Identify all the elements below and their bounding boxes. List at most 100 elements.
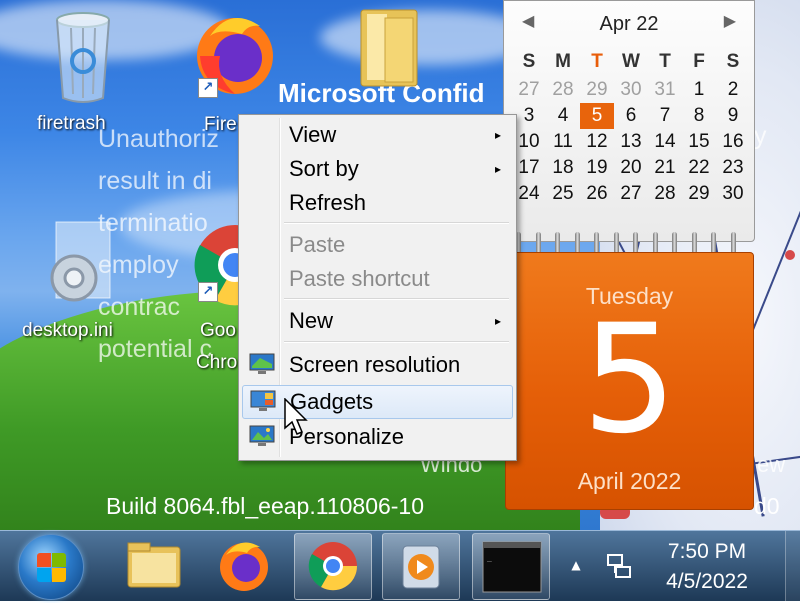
menu-item-view[interactable]: View ▸ [242, 119, 511, 151]
menu-item-paste-shortcut[interactable]: Paste shortcut [242, 263, 511, 295]
calendar-day-cell[interactable]: 29 [682, 181, 716, 207]
shortcut-arrow-icon: ↗ [198, 78, 218, 98]
menu-item-gadgets[interactable]: Gadgets [242, 385, 513, 419]
folder-item[interactable] [355, 4, 425, 94]
calendar-day-cell[interactable]: 20 [614, 155, 648, 181]
taskbar-file-explorer[interactable] [116, 533, 192, 598]
build-string: Build 8064.fbl_eeap.110806-10 [106, 493, 425, 519]
start-button[interactable] [18, 534, 84, 600]
taskbar-firefox[interactable] [206, 533, 282, 598]
calendar-month-label: Apr 22 [599, 13, 659, 35]
menu-item-personalize[interactable]: Personalize [242, 421, 511, 453]
calendar-day-cell[interactable]: 6 [614, 103, 648, 129]
binding-ring [672, 232, 677, 254]
calendar-day-cell[interactable]: 3 [512, 103, 546, 129]
calendar-day-cell[interactable]: 12 [580, 129, 614, 155]
calendar-binding-rings [510, 232, 750, 254]
system-clock[interactable]: 7:50 PM 4/5/2022 [642, 537, 772, 597]
calendar-day-cell[interactable]: 31 [648, 77, 682, 103]
calendar-day-cell[interactable]: 7 [648, 103, 682, 129]
media-player-icon [402, 545, 440, 589]
icon-label: Chro [196, 352, 238, 373]
submenu-arrow-icon: ▸ [494, 128, 501, 142]
personalize-icon [249, 425, 275, 446]
calendar-day-cell[interactable]: 4 [546, 103, 580, 129]
calendar-month-year: April 2022 [577, 468, 682, 494]
calendar-gadget-day[interactable]: Tuesday 5 April 2022 [505, 252, 754, 510]
calendar-day-cell[interactable]: 15 [682, 129, 716, 155]
menu-separator [284, 298, 509, 300]
menu-item-sort-by[interactable]: Sort by ▸ [242, 153, 511, 185]
calendar-day-cell[interactable]: 23 [716, 155, 750, 181]
weekday-header: W [622, 51, 640, 72]
windows-logo-icon [37, 553, 51, 567]
menu-separator [284, 341, 509, 343]
taskbar-command-prompt[interactable]: _ [472, 533, 550, 600]
menu-item-refresh[interactable]: Refresh [242, 187, 511, 219]
next-month-button[interactable]: ▶ [724, 11, 736, 31]
submenu-arrow-icon: ▸ [494, 162, 501, 176]
binding-ring [691, 232, 697, 254]
settings-file-icon [50, 221, 111, 302]
icon-label: Fire [204, 114, 237, 135]
calendar-day-cell[interactable]: 29 [580, 77, 614, 103]
calendar-day-cell[interactable]: 19 [580, 155, 614, 181]
monitor-icon [249, 353, 275, 374]
calendar-day-cell[interactable]: 2 [716, 77, 750, 103]
shortcut-arrow-icon: ↗ [198, 282, 218, 302]
file-explorer-icon [127, 542, 181, 588]
calendar-day-cell[interactable]: 10 [512, 129, 546, 155]
show-hidden-icons-button[interactable]: ▲ [566, 545, 586, 585]
calendar-day-cell[interactable]: 25 [546, 181, 580, 207]
network-icon[interactable] [604, 551, 634, 581]
calendar-day-cell[interactable]: 9 [716, 103, 750, 129]
weekday-header: S [726, 51, 740, 72]
recycle-bin-shortcut[interactable]: firetrash [28, 6, 138, 136]
calendar-day-cell[interactable]: 30 [614, 77, 648, 103]
icon-label: Goo [200, 320, 236, 341]
calendar-gadget-month[interactable]: ◀ Apr 22 ▶ S M T W T F S 27 28 29 30 31 1 2 3 4 5 6 7 8 9 10 1… [503, 0, 755, 242]
calendar-day-cell[interactable]: 14 [648, 129, 682, 155]
binding-ring [730, 232, 736, 254]
calendar-day-cell[interactable]: 18 [546, 155, 580, 181]
calendar-big-date: 5 [581, 293, 678, 467]
clock-date: 4/5/2022 [666, 570, 748, 593]
icon-label: firetrash [37, 113, 106, 134]
calendar-day-cell[interactable]: 27 [512, 77, 546, 103]
calendar-day-cell[interactable]: 11 [546, 129, 580, 155]
windows-logo-part [52, 568, 66, 582]
menu-item-paste[interactable]: Paste [242, 229, 511, 261]
taskbar: _ ▲ 7:50 PM 4/5/2022 [0, 530, 800, 601]
calendar-day-cell[interactable]: 21 [648, 155, 682, 181]
calendar-day-cell[interactable]: 8 [682, 103, 716, 129]
menu-item-new[interactable]: New ▸ [242, 305, 511, 337]
taskbar-media-player[interactable] [382, 533, 460, 600]
calendar-day-cell[interactable]: 13 [614, 129, 648, 155]
windows-logo-part [52, 553, 66, 567]
calendar-day-cell[interactable]: 28 [546, 77, 580, 103]
calendar-day-cell[interactable]: 26 [580, 181, 614, 207]
calendar-day-cell[interactable]: 27 [614, 181, 648, 207]
binding-ring [652, 232, 658, 254]
calendar-day-cell[interactable]: 17 [512, 155, 546, 181]
weekday-header: T [659, 51, 671, 72]
desktop-ini-file[interactable]: desktop.ini [20, 220, 140, 350]
binding-ring [574, 232, 580, 254]
build-string-tail: d0 [754, 493, 780, 519]
calendar-day-cell[interactable]: 5 [580, 103, 614, 129]
calendar-day-cell[interactable]: 22 [682, 155, 716, 181]
show-desktop-button[interactable] [785, 531, 800, 601]
calendar-day-cell[interactable]: 24 [512, 181, 546, 207]
weekday-header: T [591, 51, 603, 72]
binding-ring [555, 232, 560, 254]
watermark-fragment: ew [757, 452, 786, 477]
calendar-day-cell[interactable]: 16 [716, 129, 750, 155]
binding-ring [594, 232, 599, 254]
menu-item-screen-resolution[interactable]: Screen resolution [242, 349, 511, 381]
taskbar-chrome[interactable] [294, 533, 372, 600]
calendar-day-cell[interactable]: 30 [716, 181, 750, 207]
binding-ring [535, 232, 541, 254]
calendar-day-cell[interactable]: 28 [648, 181, 682, 207]
binding-ring [633, 232, 638, 254]
calendar-day-cell[interactable]: 1 [682, 77, 716, 103]
